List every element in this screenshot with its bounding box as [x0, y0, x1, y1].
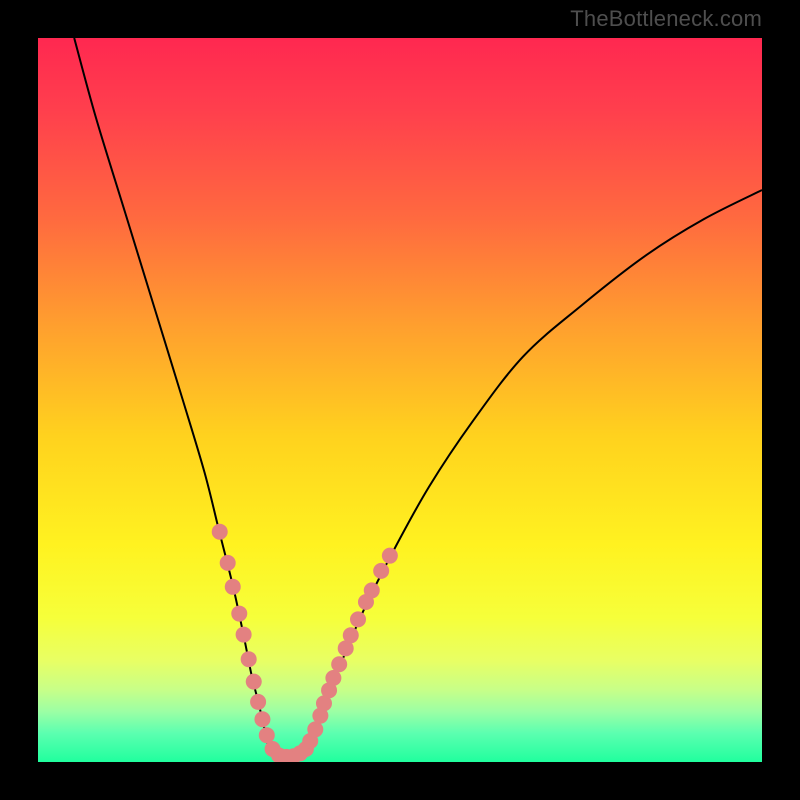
data-dots	[212, 524, 398, 762]
data-dot	[225, 579, 241, 595]
data-dot	[254, 711, 270, 727]
curve-layer	[38, 38, 762, 762]
data-dot	[231, 606, 247, 622]
data-dot	[220, 555, 236, 571]
watermark-text: TheBottleneck.com	[570, 6, 762, 32]
data-dot	[325, 670, 341, 686]
data-dot	[382, 548, 398, 564]
data-dot	[212, 524, 228, 540]
data-dot	[364, 582, 380, 598]
data-dot	[241, 651, 257, 667]
plot-area	[38, 38, 762, 762]
chart-stage: TheBottleneck.com	[0, 0, 800, 800]
data-dot	[236, 627, 252, 643]
data-dot	[259, 727, 275, 743]
data-dot	[350, 611, 366, 627]
data-dot	[331, 656, 347, 672]
data-dot	[250, 694, 266, 710]
data-dot	[246, 674, 262, 690]
data-dot	[307, 721, 323, 737]
data-dot	[343, 627, 359, 643]
data-dot	[373, 563, 389, 579]
bottleneck-curve	[74, 38, 762, 757]
